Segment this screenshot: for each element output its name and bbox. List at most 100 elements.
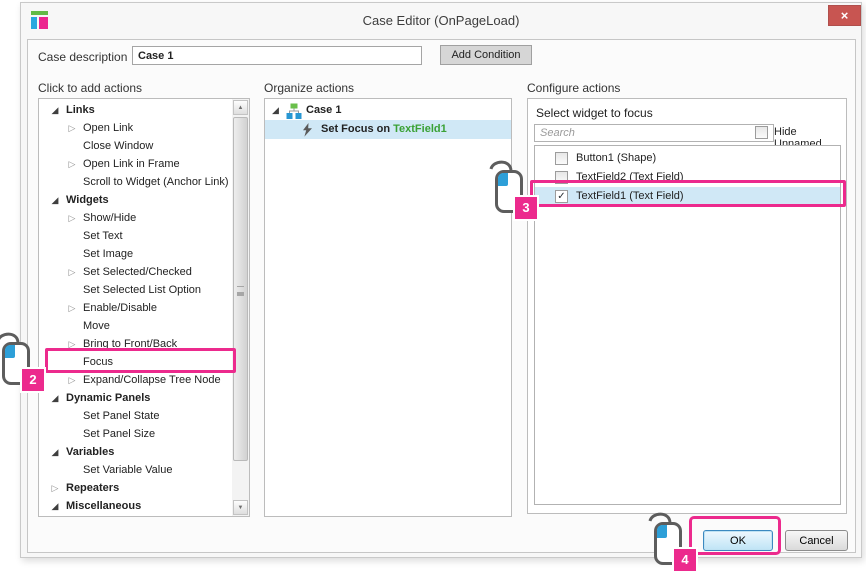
tree-expand-icon[interactable]: ▷ [66,209,78,227]
actions-tree-panel: ◢ Links ▷Open Link Close Window ▷ Open Link i… [38,98,250,517]
widget-row-button1-shape[interactable]: Button1 (Shape) [535,149,840,168]
tree-item-label: Move [83,320,110,332]
tree-item-label: Widgets [66,194,109,206]
action-label: Set Focus on [321,123,393,135]
tree-item-close-window[interactable]: Close Window [39,137,232,155]
tree-item-show-hide[interactable]: ▷Show/Hide [39,209,232,227]
tree-item-label: Dynamic Panels [66,392,150,404]
tree-item-repeaters[interactable]: ▷ Repeaters [39,479,232,497]
case-label: Case 1 [306,101,341,120]
tree-collapse-icon[interactable]: ◢ [272,101,279,120]
tree-item-set-selected-checked[interactable]: ▷ Set Selected/Checked [39,263,232,281]
tree-item-label: Set Panel State [83,410,159,422]
case-tree-row[interactable]: ◢ Case 1 [265,101,511,120]
widget-row-textfield1-text-field[interactable]: ✓ TextField1 (Text Field) [535,187,840,206]
set-focus-lightning-icon [302,123,313,137]
tree-collapse-icon[interactable]: ◢ [49,191,61,209]
widget-label: TextField1 (Text Field) [576,190,684,202]
widget-label: Button1 (Shape) [576,152,656,164]
widget-label: TextField2 (Text Field) [576,171,684,183]
tree-expand-icon[interactable]: ▷ [66,155,78,173]
configure-actions-panel: Select widget to focus Hide Unnamed Butt… [527,98,847,514]
tree-item-label: Open Link in Frame [83,158,180,170]
tree-item-label: Variables [66,446,114,458]
tree-item-label: Set Image [83,248,133,260]
tree-item-open-link-in-frame[interactable]: ▷ Open Link in Frame [39,155,232,173]
tree-expand-icon[interactable]: ▷ [66,119,78,137]
tree-item-dynamic-panels[interactable]: ◢ Dynamic Panels [39,389,232,407]
tree-item-move[interactable]: Move [39,317,232,335]
ok-button[interactable]: OK [703,530,773,551]
tree-expand-icon[interactable]: ▷ [66,263,78,281]
tree-item-set-panel-size[interactable]: Set Panel Size [39,425,232,443]
tree-item-label: Repeaters [66,482,119,494]
tree-collapse-icon[interactable]: ◢ [49,443,61,461]
right-column-header: Configure actions [527,81,620,95]
scroll-up-button[interactable]: ▲ [233,100,248,115]
tree-item-label: Enable/Disable [83,302,157,314]
tree-item-label: Scroll to Widget (Anchor Link) [83,176,229,188]
tree-item-label: Set Panel Size [83,428,155,440]
widget-row-textfield2-text-field[interactable]: TextField2 (Text Field) [535,168,840,187]
tree-item-focus[interactable]: Focus [39,353,232,371]
dialog-titlebar: Case Editor (OnPageLoad) × [21,3,861,39]
dialog-body: Case description Add Condition Click to … [27,39,856,553]
tree-item-label: Close Window [83,140,153,152]
tree-item-scroll-to-widget-anchor-link[interactable]: Scroll to Widget (Anchor Link) [39,173,232,191]
tree-item-label: Focus [83,356,113,368]
tree-item-label: Miscellaneous [66,500,141,512]
dialog-title: Case Editor (OnPageLoad) [21,3,861,39]
tree-item-label: Bring to Front/Back [83,338,177,350]
case-description-label: Case description [38,50,127,64]
tree-expand-icon[interactable]: ▷ [49,479,61,497]
case-description-input[interactable] [132,46,422,65]
tree-item-set-text[interactable]: Set Text [39,227,232,245]
add-condition-button[interactable]: Add Condition [440,45,532,65]
tree-item-label: Links [66,104,95,116]
tree-item-variables[interactable]: ◢ Variables [39,443,232,461]
tree-item-set-variable-value[interactable]: Set Variable Value [39,461,232,479]
hide-unnamed-checkbox[interactable] [755,126,768,139]
tree-expand-icon[interactable]: ▷ [66,299,78,317]
tree-expand-icon[interactable]: ▷ [66,335,78,353]
tree-item-enable-disable[interactable]: ▷ Enable/Disable [39,299,232,317]
tree-item-set-image[interactable]: Set Image [39,245,232,263]
tree-item-label: Set Selected List Option [83,284,201,296]
tree-expand-icon[interactable]: ▷ [66,371,78,389]
scrollbar-thumb[interactable] [233,117,248,461]
close-button[interactable]: × [828,5,861,26]
left-column-header: Click to add actions [38,81,142,95]
tree-item-set-selected-list-option[interactable]: Set Selected List Option [39,281,232,299]
scroll-down-icon: ▼ [238,505,244,511]
tree-collapse-icon[interactable]: ◢ [49,101,61,119]
middle-column-header: Organize actions [264,81,354,95]
action-target-label: TextField1 [393,123,447,135]
widget-search-input[interactable] [534,124,774,142]
close-icon: × [841,8,849,23]
tree-item-miscellaneous[interactable]: ◢ Miscellaneous [39,497,232,515]
tree-collapse-icon[interactable]: ◢ [49,497,61,515]
tree-item-bring-to-front-back[interactable]: ▷ Bring to Front/Back [39,335,232,353]
scrollbar-grip [237,286,244,292]
widget-checkbox[interactable] [555,171,568,184]
actions-tree: ◢ Links ▷Open Link Close Window ▷ Open Link i… [39,101,232,516]
tree-item-label: Set Variable Value [83,464,172,476]
tree-item-set-panel-state[interactable]: Set Panel State [39,407,232,425]
tree-item-label: Expand/Collapse Tree Node [83,374,221,386]
widget-checkbox[interactable] [555,152,568,165]
mouse-left-button [5,345,15,358]
tree-item-open-link[interactable]: ▷Open Link [39,119,232,137]
tree-collapse-icon[interactable]: ◢ [49,389,61,407]
select-widget-title: Select widget to focus [536,106,653,120]
scroll-up-icon: ▲ [238,105,244,111]
scroll-down-button[interactable]: ▼ [233,500,248,515]
tree-item-links[interactable]: ◢ Links [39,101,232,119]
tree-item-label: Set Selected/Checked [83,266,192,278]
widget-checkbox[interactable]: ✓ [555,190,568,203]
action-row-set-focus[interactable]: Set Focus on TextField1 [265,120,511,139]
cancel-button[interactable]: Cancel [785,530,848,551]
tree-item-expand-collapse-tree-node[interactable]: ▷ Expand/Collapse Tree Node [39,371,232,389]
tree-item-widgets[interactable]: ◢ Widgets [39,191,232,209]
tree-item-label: Set Text [83,230,123,242]
tree-scrollbar[interactable]: ▲ ▼ [232,99,249,516]
